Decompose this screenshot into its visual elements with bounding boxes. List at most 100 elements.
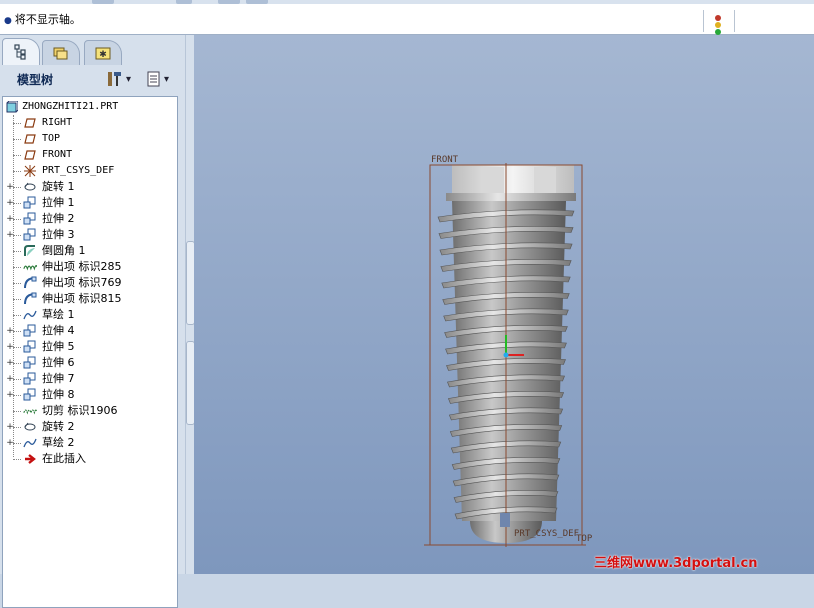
- sketch-icon: [23, 435, 37, 451]
- tree-item-label: 伸出项 标识815: [42, 292, 122, 305]
- tree-item[interactable]: + 拉伸 6: [3, 355, 175, 371]
- expand-toggle-icon[interactable]: +: [6, 423, 14, 432]
- tree-item[interactable]: + 草绘 2: [3, 435, 175, 451]
- svg-text:✱: ✱: [99, 50, 107, 60]
- extrude-icon: [23, 211, 37, 227]
- tree-item[interactable]: + 拉伸 1: [3, 195, 175, 211]
- tree-connector: [13, 347, 21, 348]
- datum-plane-icon: [23, 131, 37, 147]
- tree-item[interactable]: FRONT: [3, 147, 175, 163]
- tree-connector: [13, 331, 21, 332]
- extrude-icon: [23, 387, 37, 403]
- expand-toggle-icon[interactable]: +: [6, 359, 14, 368]
- tree-connector: [13, 123, 21, 124]
- expand-toggle-icon[interactable]: +: [6, 375, 14, 384]
- tree-item-label: 草绘 2: [42, 436, 75, 449]
- model-tree-title: 模型树: [17, 73, 54, 87]
- tree-connector: [13, 459, 21, 460]
- tree-item-label: 伸出项 标识769: [42, 276, 122, 289]
- tree-item[interactable]: 伸出项 标识815: [3, 291, 175, 307]
- screw-model[interactable]: [194, 35, 814, 574]
- expand-toggle-icon[interactable]: +: [6, 199, 14, 208]
- tree-connector: [13, 203, 21, 204]
- tree-item[interactable]: RIGHT: [3, 115, 175, 131]
- divider: [703, 10, 704, 32]
- expand-toggle-icon[interactable]: +: [6, 231, 14, 240]
- folder-browser-icon: [53, 47, 68, 60]
- tab-folder-browser[interactable]: [42, 40, 80, 65]
- tab-model-tree[interactable]: [2, 38, 40, 65]
- extrude-icon: [23, 323, 37, 339]
- csys-origin: [503, 352, 509, 358]
- expand-toggle-icon[interactable]: +: [6, 391, 14, 400]
- expand-toggle-icon[interactable]: +: [6, 327, 14, 336]
- extrude-icon: [23, 355, 37, 371]
- expand-toggle-icon[interactable]: +: [6, 439, 14, 448]
- tree-connector: [13, 411, 21, 412]
- screw-head-slot: [482, 167, 504, 193]
- navigator-pane: ✱ 模型树 ▾ ▾ ZHONGZHITI21.PRT RIGHT TOP FRO…: [0, 35, 188, 608]
- divider: [734, 10, 735, 32]
- tree-item-label: 伸出项 标识285: [42, 260, 122, 273]
- sketch-icon: [23, 307, 37, 323]
- tree-item-label: RIGHT: [42, 117, 73, 128]
- message-bullet-icon: ●: [4, 16, 12, 26]
- tree-show-button[interactable]: ▾: [146, 69, 169, 89]
- regeneration-status-icon[interactable]: [714, 15, 722, 35]
- datum-plane-icon: [23, 115, 37, 131]
- extrude-icon: [23, 371, 37, 387]
- sweep-protrusion-icon: [23, 275, 37, 291]
- datum-plane-icon: [23, 147, 37, 163]
- watermark: 三维网www.3dportal.cn: [594, 556, 758, 571]
- tree-item-label: 倒圆角 1: [42, 244, 86, 257]
- tree-item-label: 拉伸 4: [42, 324, 75, 337]
- status-message: ● 将不显示轴。: [4, 11, 81, 27]
- tab-favorites[interactable]: ✱: [84, 40, 122, 65]
- tree-connector: [13, 219, 21, 220]
- tree-item[interactable]: 草绘 1: [3, 307, 175, 323]
- tree-item[interactable]: + 旋转 1: [3, 179, 175, 195]
- tree-item[interactable]: 在此插入: [3, 451, 175, 467]
- tree-root-label: ZHONGZHITI21.PRT: [22, 101, 119, 112]
- tree-connector: [13, 251, 21, 252]
- tree-item[interactable]: 伸出项 标识285: [3, 259, 175, 275]
- tree-item[interactable]: + 旋转 2: [3, 419, 175, 435]
- tree-item-label: PRT_CSYS_DEF: [42, 165, 115, 176]
- tree-item[interactable]: + 拉伸 7: [3, 371, 175, 387]
- helical-protrusion-icon: [23, 259, 37, 275]
- screw-head-slot: [534, 167, 556, 193]
- tree-connector: [13, 315, 21, 316]
- tree-item[interactable]: + 拉伸 8: [3, 387, 175, 403]
- datum-label-csys: PRT_CSYS_DEF: [514, 529, 580, 539]
- tree-item-label: 草绘 1: [42, 308, 75, 321]
- tree-item[interactable]: PRT_CSYS_DEF: [3, 163, 175, 179]
- datum-label-top: TOP: [576, 534, 593, 544]
- datum-label-front: FRONT: [431, 155, 459, 165]
- tree-item[interactable]: 伸出项 标识769: [3, 275, 175, 291]
- tree-item[interactable]: + 拉伸 2: [3, 211, 175, 227]
- model-tree[interactable]: ZHONGZHITI21.PRT RIGHT TOP FRONT PRT_CSYS_D…: [2, 96, 178, 608]
- tree-item[interactable]: + 拉伸 3: [3, 227, 175, 243]
- tree-connector: [13, 283, 21, 284]
- expand-toggle-icon[interactable]: +: [6, 183, 14, 192]
- tree-connector: [13, 139, 21, 140]
- part-icon: [5, 99, 19, 115]
- expand-toggle-icon[interactable]: +: [6, 215, 14, 224]
- graphics-viewport[interactable]: FRONT PRT_CSYS_DEF TOP: [194, 35, 814, 574]
- tree-item-label: 拉伸 6: [42, 356, 75, 369]
- tree-item[interactable]: TOP: [3, 131, 175, 147]
- tree-item[interactable]: 倒圆角 1: [3, 243, 175, 259]
- chevron-down-icon: ▾: [126, 73, 132, 85]
- extrude-icon: [23, 339, 37, 355]
- tree-connector: [13, 427, 21, 428]
- tree-item-label: 拉伸 7: [42, 372, 75, 385]
- tree-item[interactable]: + 拉伸 5: [3, 339, 175, 355]
- tree-item-label: 在此插入: [42, 452, 86, 465]
- tree-settings-button[interactable]: ▾: [106, 69, 131, 89]
- tree-connector: [13, 235, 21, 236]
- tree-item[interactable]: 切剪 标识1906: [3, 403, 175, 419]
- tree-item[interactable]: + 拉伸 4: [3, 323, 175, 339]
- tree-connector: [13, 363, 21, 364]
- tree-settings-icon: [108, 72, 121, 86]
- expand-toggle-icon[interactable]: +: [6, 343, 14, 352]
